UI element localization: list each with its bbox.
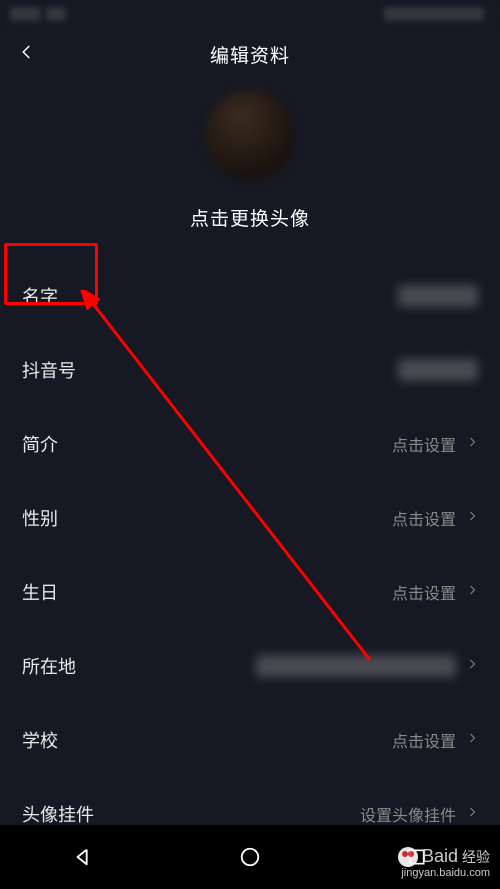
row-value-container [256, 655, 478, 678]
row-value-container: 点击设置 [392, 432, 478, 456]
row-value-blurred [398, 285, 478, 307]
watermark-suffix: 经验 [462, 847, 490, 867]
row-bio[interactable]: 简介 点击设置 [0, 407, 500, 481]
row-value-container: 设置头像挂件 [360, 802, 478, 826]
row-value: 点击设置 [392, 728, 456, 752]
row-location[interactable]: 所在地 [0, 629, 500, 703]
paw-icon [398, 847, 418, 867]
row-gender[interactable]: 性别 点击设置 [0, 481, 500, 555]
watermark-brand: Baid [422, 846, 458, 867]
row-value: 点击设置 [392, 432, 456, 456]
row-douyin-id[interactable]: 抖音号 [0, 333, 500, 407]
chevron-right-icon [466, 729, 478, 752]
row-label: 生日 [22, 579, 58, 605]
page-title: 编辑资料 [210, 41, 290, 68]
chevron-right-icon [466, 433, 478, 456]
back-button[interactable] [8, 28, 46, 80]
row-value-container [398, 285, 478, 307]
status-bar [0, 0, 500, 28]
nav-back-button[interactable] [70, 844, 96, 870]
row-value: 点击设置 [392, 580, 456, 604]
row-value-container: 点击设置 [392, 506, 478, 530]
row-value-blurred [256, 655, 456, 677]
avatar-section[interactable]: 点击更换头像 [0, 90, 500, 231]
header: 编辑资料 [0, 28, 500, 80]
row-label: 简介 [22, 431, 58, 457]
row-value: 点击设置 [392, 506, 456, 530]
avatar-hint: 点击更换头像 [190, 204, 310, 231]
row-birthday[interactable]: 生日 点击设置 [0, 555, 500, 629]
row-name[interactable]: 名字 [0, 259, 500, 333]
watermark-url: jingyan.baidu.com [401, 867, 490, 879]
chevron-right-icon [466, 655, 478, 678]
chevron-right-icon [466, 581, 478, 604]
row-label: 抖音号 [22, 357, 76, 383]
profile-list: 名字 抖音号 简介 点击设置 性别 点击设置 生日 点击设置 所在地 [0, 259, 500, 851]
row-label: 所在地 [22, 653, 76, 679]
chevron-right-icon [466, 803, 478, 826]
row-value-blurred [398, 359, 478, 381]
row-value-container [398, 359, 478, 381]
row-value-container: 点击设置 [392, 580, 478, 604]
avatar[interactable] [205, 90, 295, 180]
watermark: Baid 经验 jingyan.baidu.com [398, 846, 490, 879]
row-label: 头像挂件 [22, 801, 94, 827]
nav-home-button[interactable] [237, 844, 263, 870]
row-value: 设置头像挂件 [360, 802, 456, 826]
row-school[interactable]: 学校 点击设置 [0, 703, 500, 777]
chevron-left-icon [18, 43, 36, 66]
row-label: 性别 [22, 505, 58, 531]
chevron-right-icon [466, 507, 478, 530]
row-label: 学校 [22, 727, 58, 753]
row-value-container: 点击设置 [392, 728, 478, 752]
row-label: 名字 [22, 283, 58, 309]
